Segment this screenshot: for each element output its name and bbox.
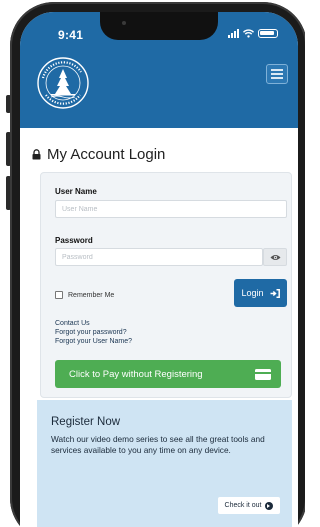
sign-in-icon bbox=[270, 288, 280, 298]
menu-line bbox=[271, 77, 283, 79]
status-icons bbox=[228, 28, 278, 38]
login-button-label: Login bbox=[241, 288, 264, 298]
arrow-circle-right-icon bbox=[265, 501, 274, 510]
check-it-out-button[interactable]: Check it out bbox=[218, 497, 280, 514]
battery-icon bbox=[258, 29, 278, 38]
register-title: Register Now bbox=[51, 416, 121, 428]
camera-dot bbox=[122, 21, 126, 25]
remember-me-label: Remember Me bbox=[68, 291, 115, 299]
page-title: My Account Login bbox=[47, 146, 166, 163]
menu-line bbox=[271, 69, 283, 71]
eye-icon bbox=[270, 254, 280, 260]
phone-notch bbox=[100, 12, 218, 40]
username-label: User Name bbox=[55, 187, 97, 196]
forgot-password-link[interactable]: Forgot your password? bbox=[55, 329, 132, 337]
help-links: Contact Us Forgot your password? Forgot … bbox=[55, 320, 132, 346]
wifi-icon bbox=[243, 29, 254, 38]
pay-without-registering-button[interactable]: Click to Pay without Registering bbox=[55, 360, 281, 388]
app-header: 9:41 bbox=[20, 12, 298, 128]
username-input[interactable] bbox=[55, 200, 287, 218]
login-heading: My Account Login bbox=[32, 146, 165, 163]
hamburger-menu-button[interactable] bbox=[266, 64, 288, 84]
password-label: Password bbox=[55, 236, 93, 245]
contact-us-link[interactable]: Contact Us bbox=[55, 320, 132, 328]
register-panel: Register Now Watch our video demo series… bbox=[37, 400, 292, 527]
signal-icon bbox=[228, 28, 239, 38]
menu-line bbox=[271, 73, 283, 75]
remember-me-row[interactable]: Remember Me bbox=[55, 291, 114, 299]
remember-me-checkbox[interactable] bbox=[55, 291, 63, 299]
credit-card-icon bbox=[255, 368, 271, 380]
status-time: 9:41 bbox=[58, 28, 84, 42]
city-seal-icon bbox=[37, 57, 89, 109]
lock-icon bbox=[32, 149, 41, 160]
city-logo[interactable] bbox=[36, 56, 90, 110]
page-stage: 9:41 My Account Login User Name User Nam… bbox=[0, 0, 305, 527]
phone-screen: 9:41 My Account Login User Name User Nam… bbox=[20, 12, 298, 527]
register-description: Watch our video demo series to see all t… bbox=[51, 434, 265, 456]
password-input[interactable] bbox=[55, 248, 263, 266]
show-password-button[interactable] bbox=[263, 248, 287, 266]
check-it-out-label: Check it out bbox=[224, 502, 262, 509]
login-form: User Name Password Remember Me Login bbox=[40, 172, 292, 398]
login-button[interactable]: Login bbox=[234, 279, 287, 307]
forgot-username-link[interactable]: Forgot your User Name? bbox=[55, 338, 132, 346]
pay-button-label: Click to Pay without Registering bbox=[69, 368, 203, 380]
